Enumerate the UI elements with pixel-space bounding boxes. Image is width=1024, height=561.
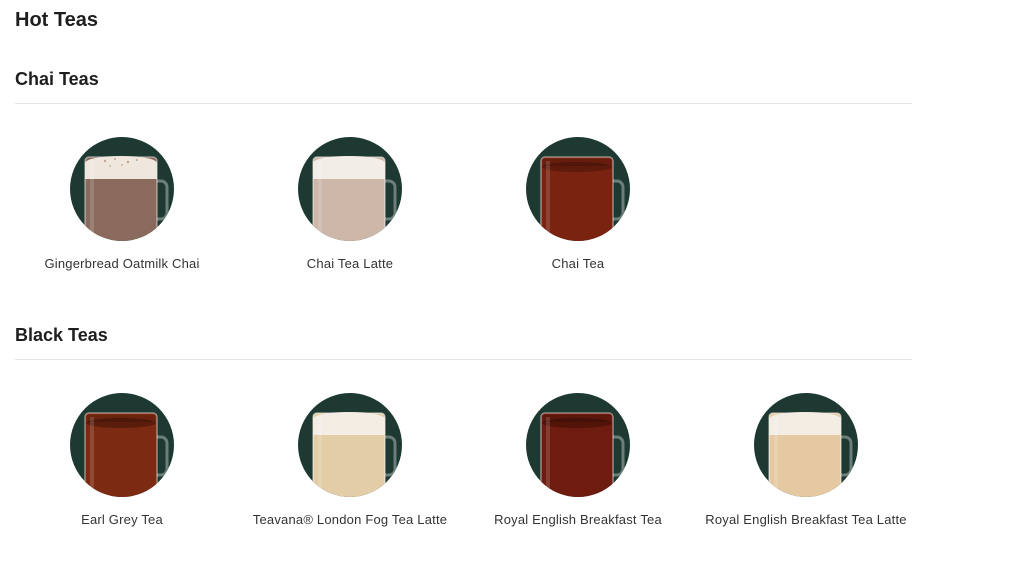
product-card[interactable]: Chai Tea — [471, 137, 685, 274]
mug-illustration — [312, 412, 397, 497]
product-grid: Gingerbread Oatmilk Chai Chai Tea Latte … — [15, 104, 912, 304]
mug-illustration — [312, 156, 397, 241]
page-title: Hot Teas — [15, 9, 98, 31]
mug-illustration — [84, 156, 169, 241]
product-grid: Earl Grey Tea Teavana® London Fog Tea La… — [15, 360, 912, 560]
product-name: Earl Grey Tea — [81, 512, 163, 527]
mug-illustration — [768, 412, 853, 497]
section-chai-teas: Chai Teas Gingerbread Oatmilk Chai Chai … — [15, 66, 912, 304]
product-image — [526, 137, 630, 241]
product-card[interactable]: Royal English Breakfast Tea — [471, 393, 685, 530]
product-name: Chai Tea Latte — [306, 256, 394, 271]
product-image — [298, 393, 402, 497]
product-name: Gingerbread Oatmilk Chai — [44, 256, 200, 271]
product-card[interactable]: Chai Tea Latte — [243, 137, 457, 274]
product-name: Royal English Breakfast Tea Latte — [705, 512, 907, 527]
product-name: Teavana® London Fog Tea Latte — [252, 512, 448, 527]
section-black-teas: Black Teas Earl Grey Tea Teavana® London… — [15, 322, 912, 560]
product-card[interactable]: Earl Grey Tea — [15, 393, 229, 530]
product-card[interactable]: Gingerbread Oatmilk Chai — [15, 137, 229, 274]
product-image — [70, 137, 174, 241]
mug-illustration — [540, 156, 625, 241]
section-heading: Chai Teas — [15, 69, 99, 89]
product-image — [526, 393, 630, 497]
product-name: Royal English Breakfast Tea — [494, 512, 662, 527]
product-card[interactable]: Teavana® London Fog Tea Latte — [243, 393, 457, 530]
product-card[interactable]: Royal English Breakfast Tea Latte — [699, 393, 913, 530]
product-image — [298, 137, 402, 241]
product-image — [70, 393, 174, 497]
mug-illustration — [84, 412, 169, 497]
product-name: Chai Tea — [551, 256, 605, 271]
product-image — [754, 393, 858, 497]
mug-illustration — [540, 412, 625, 497]
section-heading: Black Teas — [15, 325, 108, 345]
